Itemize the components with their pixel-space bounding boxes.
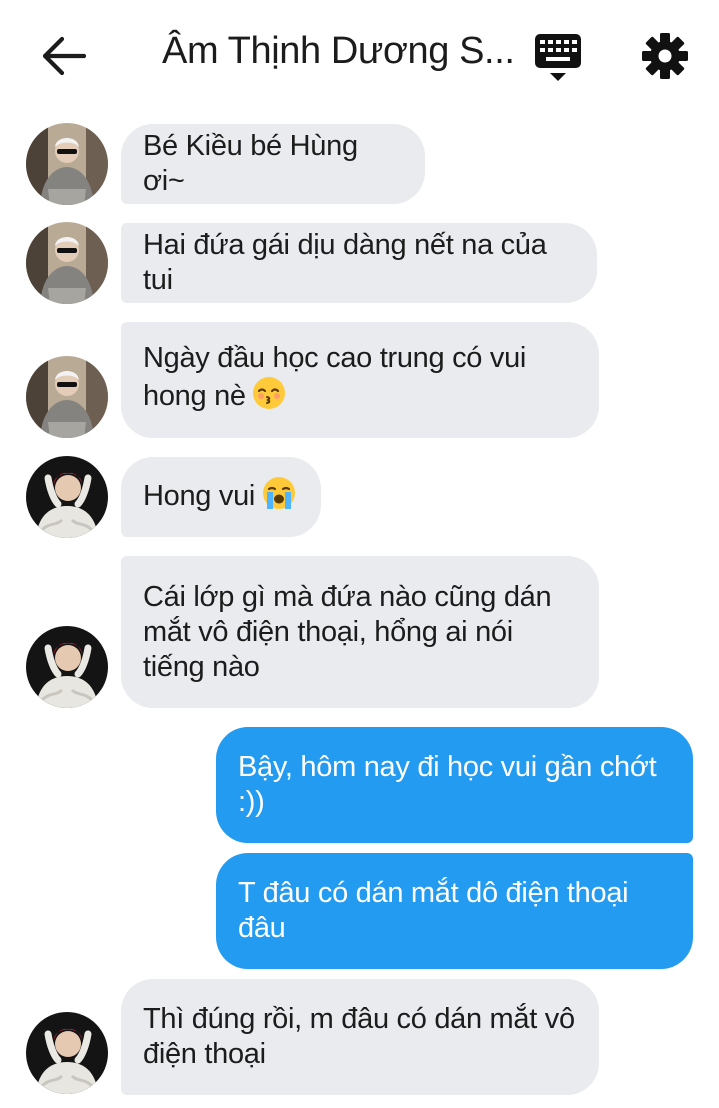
message-text: T đâu có dán mắt dô điện thoại đâu: [238, 877, 629, 944]
avatar[interactable]: [26, 1012, 108, 1094]
conversation-title[interactable]: Âm Thịnh Dương S...: [162, 30, 515, 73]
message-bubble-incoming[interactable]: Hai đứa gái dịu dàng nết na của tui: [121, 223, 597, 303]
message-bubble-incoming[interactable]: Hong vui: [121, 457, 321, 537]
profile-photo-icon: [26, 123, 108, 205]
message-text: Hai đứa gái dịu dàng nết na của tui: [143, 229, 547, 296]
keyboard-icon: [535, 34, 581, 81]
message-text: Hong vui: [143, 479, 256, 512]
avatar[interactable]: [26, 356, 108, 438]
profile-photo-icon: [26, 456, 108, 538]
message-text: Ngày đầu học cao trung có vui hong nè: [143, 342, 527, 413]
chat-header: Âm Thịnh Dương S...: [0, 0, 719, 110]
message-text: Bé Kiều bé Hùng ơi~: [143, 130, 358, 197]
gear-icon: [642, 33, 688, 79]
message-bubble-incoming[interactable]: Bé Kiều bé Hùng ơi~: [121, 124, 425, 204]
message-text: Cái lớp gì mà đứa nào cũng dán mắt vô đi…: [143, 580, 552, 683]
message-text-wrap: Ngày đầu học cao trung có vui hong nè: [143, 341, 577, 419]
message-bubble-outgoing[interactable]: T đâu có dán mắt dô điện thoại đâu: [216, 853, 693, 969]
avatar[interactable]: [26, 456, 108, 538]
avatar[interactable]: [26, 626, 108, 708]
message-bubble-incoming[interactable]: Cái lớp gì mà đứa nào cũng dán mắt vô đi…: [121, 556, 599, 708]
profile-photo-icon: [26, 626, 108, 708]
kissing-emoji-icon: [252, 376, 286, 419]
back-button[interactable]: [40, 34, 87, 78]
message-text: Thì đúng rồi, m đâu có dán mắt vô điện t…: [143, 1003, 575, 1070]
profile-photo-icon: [26, 356, 108, 438]
message-text-wrap: Hong vui: [143, 476, 297, 519]
message-bubble-incoming[interactable]: Ngày đầu học cao trung có vui hong nè: [121, 322, 599, 438]
settings-button[interactable]: [640, 31, 690, 81]
avatar[interactable]: [26, 222, 108, 304]
profile-photo-icon: [26, 222, 108, 304]
arrow-left-icon: [42, 36, 87, 76]
message-bubble-incoming[interactable]: Thì đúng rồi, m đâu có dán mắt vô điện t…: [121, 979, 599, 1095]
keyboard-button[interactable]: [530, 32, 586, 82]
message-bubble-outgoing[interactable]: Bậy, hôm nay đi học vui gần chớt :)): [216, 727, 693, 843]
message-text: Bậy, hôm nay đi học vui gần chớt :)): [238, 751, 657, 818]
profile-photo-icon: [26, 1012, 108, 1094]
crying-emoji-icon: [261, 476, 297, 519]
avatar[interactable]: [26, 123, 108, 205]
